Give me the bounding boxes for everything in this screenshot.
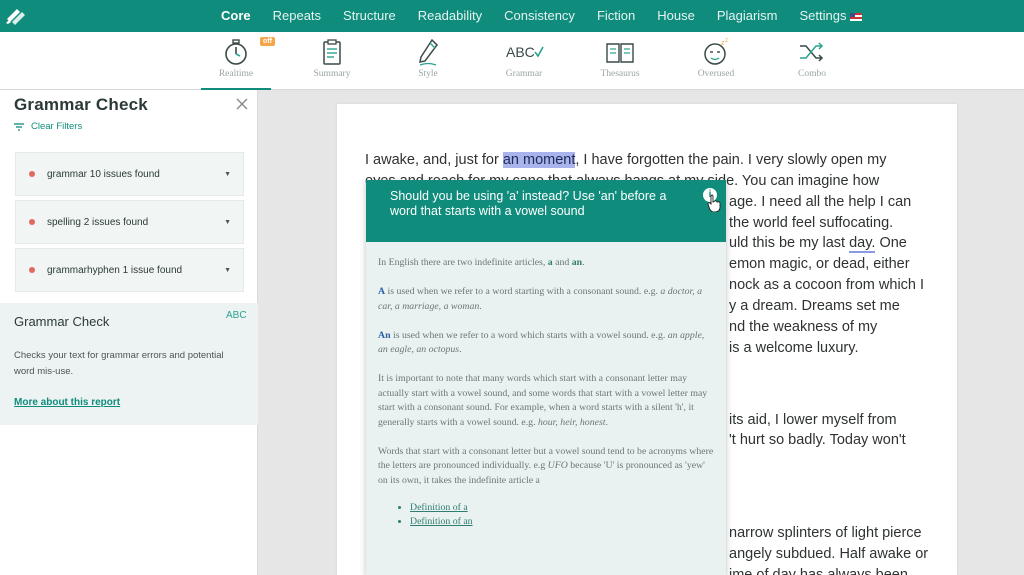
tab-fiction[interactable]: Fiction (586, 0, 646, 32)
tab-settings-label: Settings (799, 8, 847, 23)
toolbar-combo-label: Combo (798, 69, 826, 79)
explanation-paragraph: An is used when we refer to a word which… (378, 329, 705, 356)
tab-readability[interactable]: Readability (407, 0, 493, 32)
report-info-panel: Grammar Check ABC Checks your text for g… (0, 303, 258, 425)
svg-text:z: z (725, 38, 728, 44)
toolbar-overused[interactable]: z z Overused (681, 36, 751, 79)
caret-down-icon: ▼ (224, 218, 231, 226)
issue-filter-spelling[interactable]: spelling 2 issues found ▼ (15, 200, 244, 244)
explanation-paragraph: Words that start with a consonant letter… (378, 445, 714, 486)
suggestion-body: In English there are two indefinite arti… (378, 256, 714, 529)
suggestion-title: Should you be using 'a' instead? Use 'an… (390, 189, 667, 218)
issue-dot-icon (29, 267, 35, 273)
doc-line: angely subdued. Half awake or (729, 546, 929, 562)
top-nav: Core Repeats Structure Readability Consi… (0, 0, 1024, 32)
doc-text: One (875, 235, 907, 251)
doc-line: uld this be my last day. One (729, 235, 907, 253)
doc-line: ime of day has always been (729, 567, 908, 575)
doc-line: I awake, and, just for an moment, I have… (365, 152, 886, 168)
tab-house[interactable]: House (646, 0, 706, 32)
doc-line: its aid, I lower myself from (729, 412, 897, 428)
explanation-paragraph: It is important to note that many words … (378, 373, 708, 428)
book-icon (606, 43, 634, 63)
toolbar-thesaurus[interactable]: Thesaurus (585, 36, 655, 79)
definition-a-link[interactable]: Definition of a (410, 501, 714, 515)
toolbar-overused-label: Overused (697, 69, 735, 79)
toolbar-combo[interactable]: Combo (777, 36, 847, 79)
clear-filters-label: Clear Filters (31, 121, 83, 132)
sleepy-face-icon: z z (704, 38, 728, 65)
issue-filter-grammar[interactable]: grammar 10 issues found ▼ (15, 152, 244, 196)
explanation-paragraph: In English there are two indefinite arti… (378, 257, 585, 268)
sidebar-title: Grammar Check (14, 95, 148, 114)
toolbar-grammar[interactable]: ABC Grammar (489, 36, 559, 79)
issue-filter-label: grammarhyphen 1 issue found (47, 264, 183, 276)
caret-down-icon: ▼ (224, 170, 231, 178)
doc-line: nock as a cocoon from which I (729, 277, 925, 293)
definition-an-link[interactable]: Definition of an (410, 515, 714, 529)
underlined-issue[interactable]: day. (849, 235, 876, 253)
issue-dot-icon (29, 171, 35, 177)
clear-filters-button[interactable]: Clear Filters (14, 121, 82, 132)
stopwatch-icon (225, 39, 247, 65)
doc-line: narrow splinters of light pierce (729, 525, 922, 541)
suggestion-header: Should you be using 'a' instead? Use 'an… (366, 180, 726, 242)
report-sidebar: Grammar Check Clear Filters grammar 10 i… (0, 90, 258, 575)
doc-line: 't hurt so badly. Today won't (729, 432, 906, 448)
toolbar-realtime-label: Realtime (218, 69, 254, 79)
toolbar-style-label: Style (418, 69, 438, 79)
realtime-off-badge: off (260, 37, 275, 46)
close-icon[interactable] (234, 96, 250, 112)
svg-text:ABC: ABC (506, 44, 535, 60)
doc-line: y a dream. Dreams set me (729, 298, 900, 314)
clipboard-icon (323, 39, 341, 65)
toolbar-style[interactable]: Style (393, 36, 463, 79)
tab-settings[interactable]: Settings (789, 0, 874, 32)
abc-check-icon: ABC (506, 44, 544, 60)
toolbar-thesaurus-label: Thesaurus (600, 69, 640, 79)
toolbar-summary-label: Summary (313, 69, 351, 79)
toolbar-grammar-label: Grammar (505, 69, 543, 79)
more-about-report-link[interactable]: More about this report (14, 397, 120, 408)
us-flag-icon (850, 12, 863, 21)
toolbar-summary[interactable]: Summary (297, 36, 367, 79)
info-panel-description: Checks your text for grammar errors and … (14, 350, 224, 377)
hand-cursor-icon (707, 194, 721, 212)
doc-line: emon magic, or dead, either (729, 256, 910, 272)
doc-text: , I have forgotten the pain. I very slow… (575, 152, 887, 168)
tab-consistency[interactable]: Consistency (493, 0, 586, 32)
doc-line: is a welcome luxury. (729, 340, 859, 356)
doc-line: nd the weakness of my (729, 319, 878, 335)
tab-plagiarism[interactable]: Plagiarism (706, 0, 789, 32)
issue-filter-label: spelling 2 issues found (47, 216, 149, 228)
abc-icon: ABC (226, 310, 247, 321)
doc-line: age. I need all the help I can (729, 194, 912, 210)
report-toolbar: Realtime Summary Style ABC Grammar Thesa… (0, 32, 1024, 90)
filter-icon (14, 122, 24, 131)
tab-core[interactable]: Core (210, 0, 262, 32)
shuffle-icon (800, 42, 824, 62)
doc-line: the world feel suffocating. (729, 215, 894, 231)
doc-text: uld this be my last (729, 235, 850, 251)
definition-links: Definition of a Definition of an (410, 501, 714, 529)
prowritingaid-logo-icon[interactable] (0, 0, 32, 32)
issue-filter-grammarhyphen[interactable]: grammarhyphen 1 issue found ▼ (15, 248, 244, 292)
tab-structure[interactable]: Structure (332, 0, 407, 32)
issue-dot-icon (29, 219, 35, 225)
suggestion-popup: Should you be using 'a' instead? Use 'an… (366, 180, 726, 575)
highlighted-issue[interactable]: an moment (502, 152, 576, 168)
pencil-icon (419, 38, 438, 66)
explanation-paragraph: A is used when we refer to a word starti… (378, 286, 703, 312)
caret-down-icon: ▼ (224, 266, 231, 274)
issue-filter-label: grammar 10 issues found (47, 168, 160, 180)
doc-text: I awake, and, just for (365, 152, 503, 168)
tab-repeats[interactable]: Repeats (262, 0, 332, 32)
info-panel-title: Grammar Check (14, 314, 110, 329)
